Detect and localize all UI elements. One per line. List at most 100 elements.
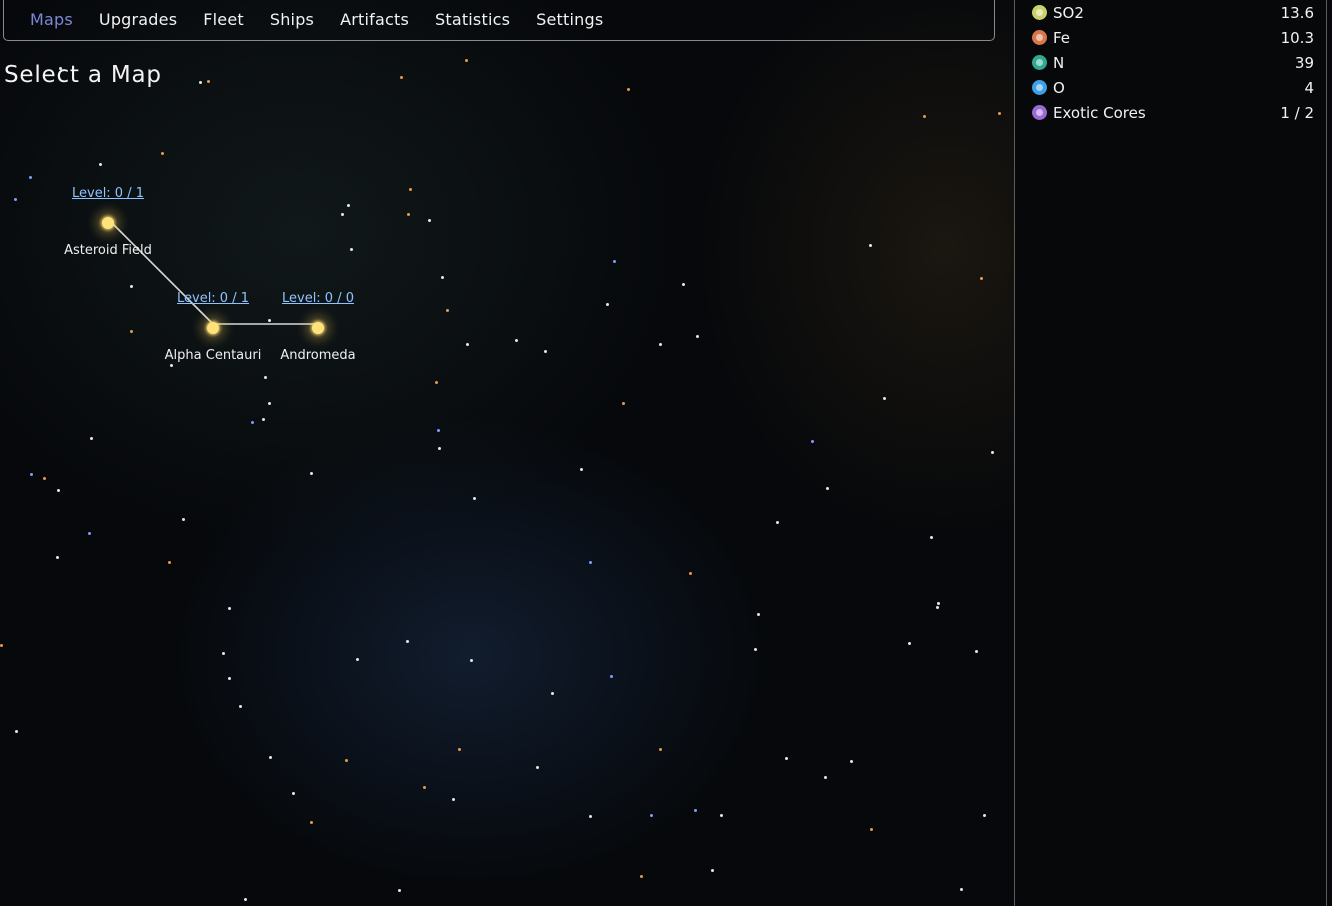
star-dot	[57, 489, 60, 492]
map-level-link[interactable]: Level: 0 / 1	[18, 185, 198, 203]
star-dot	[696, 335, 699, 338]
star-dot	[622, 402, 625, 405]
resource-value: 13.6	[1280, 3, 1314, 22]
star-dot	[56, 556, 59, 559]
resource-name: SO2	[1053, 3, 1084, 22]
star-dot	[292, 792, 295, 795]
star-dot	[606, 303, 609, 306]
star-dot	[980, 277, 983, 280]
star-dot	[650, 814, 653, 817]
star-dot	[936, 606, 939, 609]
nav-tab-settings[interactable]: Settings	[536, 10, 603, 29]
star-dot	[207, 80, 210, 83]
star-dot	[682, 283, 685, 286]
star-dot	[29, 176, 32, 179]
star-dot	[589, 815, 592, 818]
star-dot	[991, 451, 994, 454]
star-dot	[776, 521, 779, 524]
map-star-icon[interactable]	[312, 322, 324, 334]
resource-row-o: O 4	[1015, 75, 1326, 100]
map-node-asteroid-field: Level: 0 / 1 Asteroid Field	[18, 185, 198, 259]
star-dot	[694, 809, 697, 812]
star-dot	[937, 602, 940, 605]
star-dot	[613, 260, 616, 263]
page-title: Select a Map	[4, 62, 162, 88]
star-dot	[130, 285, 133, 288]
star-dot	[406, 640, 409, 643]
star-dot	[262, 418, 265, 421]
resource-list: SO2 13.6 Fe 10.3 N 39 O 4 Exotic Cores 1…	[1015, 0, 1326, 125]
star-dot	[458, 748, 461, 751]
star-dot	[428, 219, 431, 222]
o-resource-icon	[1032, 80, 1047, 95]
star-dot	[515, 339, 518, 342]
star-dot	[754, 648, 757, 651]
resource-value: 39	[1294, 53, 1314, 72]
star-dot	[268, 402, 271, 405]
star-dot	[869, 244, 872, 247]
exotic-cores-resource-icon	[1032, 105, 1047, 120]
map-name-label: Asteroid Field	[64, 243, 152, 258]
star-dot	[228, 607, 231, 610]
star-dot	[43, 477, 46, 480]
star-dot	[441, 276, 444, 279]
star-dot	[720, 814, 723, 817]
nav-tab-fleet[interactable]: Fleet	[203, 10, 244, 29]
map-name-label: Andromeda	[280, 348, 356, 363]
star-dot	[824, 776, 827, 779]
star-dot	[757, 613, 760, 616]
star-dot	[870, 828, 873, 831]
star-dot	[239, 705, 242, 708]
star-dot	[452, 798, 455, 801]
star-dot	[400, 76, 403, 79]
star-dot	[640, 875, 643, 878]
star-dot	[960, 888, 963, 891]
star-dot	[627, 88, 630, 91]
star-dot	[199, 81, 202, 84]
resource-row-so2: SO2 13.6	[1015, 0, 1326, 25]
star-dot	[409, 188, 412, 191]
starfield-background	[0, 0, 1014, 906]
star-dot	[251, 421, 254, 424]
resource-name: Exotic Cores	[1053, 103, 1146, 122]
star-dot	[310, 472, 313, 475]
star-dot	[923, 115, 926, 118]
star-dot	[170, 364, 173, 367]
nav-tab-ships[interactable]: Ships	[270, 10, 314, 29]
star-dot	[551, 692, 554, 695]
resource-name: Fe	[1053, 28, 1071, 47]
resource-panel: SO2 13.6 Fe 10.3 N 39 O 4 Exotic Cores 1…	[1014, 0, 1327, 906]
star-dot	[228, 677, 231, 680]
star-dot	[264, 376, 267, 379]
star-dot	[659, 343, 662, 346]
map-star-icon[interactable]	[207, 322, 219, 334]
top-navigation: Maps Upgrades Fleet Ships Artifacts Stat…	[3, 0, 995, 41]
star-dot	[930, 536, 933, 539]
star-dot	[222, 652, 225, 655]
star-dot	[90, 437, 93, 440]
so2-resource-icon	[1032, 5, 1047, 20]
star-dot	[347, 204, 350, 207]
nav-tab-upgrades[interactable]: Upgrades	[99, 10, 177, 29]
nav-tab-artifacts[interactable]: Artifacts	[340, 10, 409, 29]
nav-tab-maps[interactable]: Maps	[30, 10, 73, 29]
star-dot	[99, 163, 102, 166]
n-resource-icon	[1032, 55, 1047, 70]
map-star-icon[interactable]	[102, 217, 114, 229]
nav-tab-statistics[interactable]: Statistics	[435, 10, 510, 29]
star-dot	[689, 572, 692, 575]
resource-row-exotic-cores: Exotic Cores 1 / 2	[1015, 100, 1326, 125]
star-dot	[356, 658, 359, 661]
star-dot	[168, 561, 171, 564]
star-dot	[435, 381, 438, 384]
resource-row-n: N 39	[1015, 50, 1326, 75]
star-dot	[975, 650, 978, 653]
star-dot	[908, 642, 911, 645]
star-dot	[544, 350, 547, 353]
map-level-link[interactable]: Level: 0 / 0	[228, 290, 408, 308]
star-dot	[398, 889, 401, 892]
star-dot	[465, 59, 468, 62]
star-dot	[580, 468, 583, 471]
star-dot	[88, 532, 91, 535]
star-dot	[30, 473, 33, 476]
